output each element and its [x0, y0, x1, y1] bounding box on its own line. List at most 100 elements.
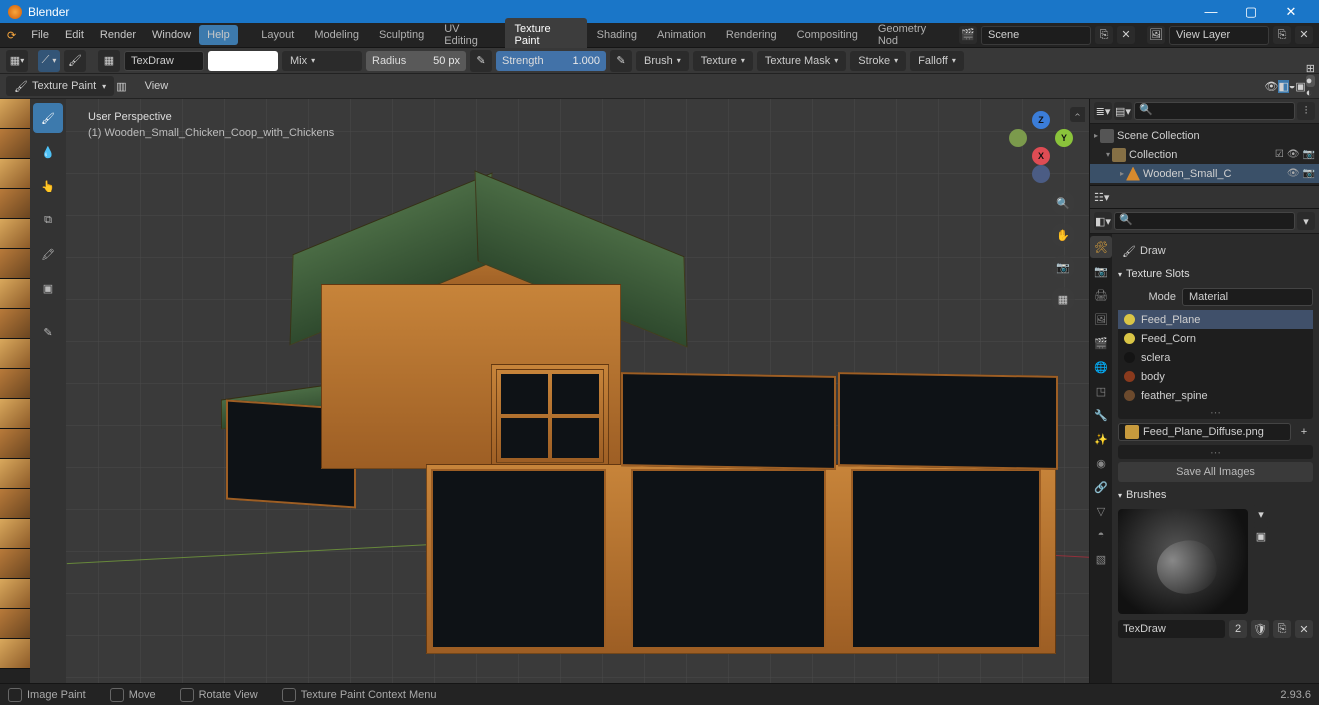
camera-icon[interactable]: 📷: [1051, 255, 1075, 279]
menu-window[interactable]: Window: [144, 25, 199, 45]
workspace-tab-geometrynodes[interactable]: Geometry Nod: [868, 18, 957, 52]
properties-options-icon[interactable]: ▾: [1297, 212, 1315, 230]
outliner-secondary-row[interactable]: ☷▾: [1090, 185, 1319, 209]
outliner-scene-collection[interactable]: ▸ Scene Collection: [1090, 126, 1319, 145]
radius-pressure-icon[interactable]: ✎: [470, 50, 492, 72]
tool-draw[interactable]: 🖌: [33, 103, 63, 133]
texture-slot-mode-dropdown[interactable]: Material: [1182, 288, 1313, 306]
collection-render-toggle[interactable]: 📷: [1303, 149, 1315, 160]
scene-browse-icon[interactable]: 🎬: [959, 26, 977, 44]
image-thumb[interactable]: [0, 219, 30, 249]
props-tab-constraints[interactable]: 🔗: [1090, 476, 1112, 498]
brush-preview-options[interactable]: ▾: [1252, 505, 1270, 523]
properties-search[interactable]: 🔍: [1114, 212, 1295, 230]
brushes-header[interactable]: Brushes: [1118, 485, 1313, 505]
tool-smear[interactable]: 👆: [33, 171, 63, 201]
menu-help[interactable]: Help: [199, 25, 238, 45]
texture-link-icon[interactable]: ▦: [98, 50, 120, 72]
collection-hide-toggle[interactable]: 👁: [1287, 149, 1300, 160]
brush-popover[interactable]: Brush: [636, 51, 689, 71]
props-tab-active-tool[interactable]: 🛠: [1090, 236, 1112, 258]
xray-toggle[interactable]: ▣: [1295, 80, 1305, 93]
brush-preset-icon[interactable]: ⟋: [38, 50, 60, 72]
strength-field[interactable]: Strength 1.000: [496, 51, 606, 71]
menu-edit[interactable]: Edit: [57, 25, 92, 45]
props-tab-object[interactable]: ◳: [1090, 380, 1112, 402]
scene-delete-button[interactable]: ✕: [1117, 26, 1135, 44]
viewlayer-field[interactable]: View Layer: [1169, 26, 1269, 45]
brush-name-field[interactable]: TexDraw: [1118, 620, 1225, 638]
radius-field[interactable]: Radius 50 px: [366, 51, 466, 71]
zoom-icon[interactable]: 🔍: [1051, 191, 1075, 215]
close-button[interactable]: ✕: [1271, 4, 1311, 20]
gizmo-y-axis[interactable]: Y: [1055, 129, 1073, 147]
workspace-tab-sculpting[interactable]: Sculpting: [369, 24, 434, 46]
props-tab-texture[interactable]: ▧: [1090, 548, 1112, 570]
gizmo-z-axis[interactable]: Z: [1032, 111, 1050, 129]
props-tab-modifiers[interactable]: 🔧: [1090, 404, 1112, 426]
props-tab-particles[interactable]: ✨: [1090, 428, 1112, 450]
viewlayer-delete-button[interactable]: ✕: [1295, 26, 1313, 44]
outliner2-type-icon[interactable]: ☷▾: [1094, 191, 1109, 204]
gizmo-neg-axis[interactable]: [1009, 129, 1027, 147]
npanel-tab[interactable]: ‹: [1070, 107, 1085, 122]
brush-unlink-button[interactable]: ✕: [1295, 620, 1313, 638]
brush-users-count[interactable]: 2: [1229, 620, 1247, 638]
texture-slot-item[interactable]: body: [1118, 367, 1313, 386]
collection-exclude-toggle[interactable]: ☑: [1275, 149, 1284, 160]
texture-slot-item[interactable]: feather_spine: [1118, 386, 1313, 405]
brush-preview-pin[interactable]: ▣: [1252, 527, 1270, 545]
outliner-display-mode[interactable]: ▤▾: [1114, 102, 1132, 120]
props-tab-output[interactable]: 🖨: [1090, 284, 1112, 306]
brush-color-swatch[interactable]: [208, 51, 278, 71]
outliner-type-icon[interactable]: ≣▾: [1094, 102, 1112, 120]
image-thumb[interactable]: [0, 639, 30, 669]
add-texture-button[interactable]: +: [1295, 423, 1313, 441]
menu-file[interactable]: File: [23, 25, 57, 45]
viewlayer-browse-icon[interactable]: 🖼: [1147, 26, 1165, 44]
workspace-tab-uvediting[interactable]: UV Editing: [434, 18, 504, 52]
image-thumb[interactable]: [0, 519, 30, 549]
tool-mask[interactable]: ▣: [33, 273, 63, 303]
object-hide-toggle[interactable]: 👁: [1287, 168, 1300, 179]
nav-gizmo[interactable]: Z Y X: [1011, 111, 1071, 171]
workspace-tab-compositing[interactable]: Compositing: [787, 24, 868, 46]
props-tab-material[interactable]: ◓: [1090, 524, 1112, 546]
props-tab-world[interactable]: 🌐: [1090, 356, 1112, 378]
save-all-images-button[interactable]: Save All Images: [1118, 462, 1313, 482]
image-thumb[interactable]: [0, 609, 30, 639]
perspective-toggle-icon[interactable]: ▦: [1051, 287, 1075, 311]
tool-annotate[interactable]: ✎: [33, 317, 63, 347]
scene-new-button[interactable]: ⎘: [1095, 26, 1113, 44]
image-thumb[interactable]: [0, 459, 30, 489]
brush-newcopy-button[interactable]: ⎘: [1273, 620, 1291, 638]
image-thumb[interactable]: [0, 579, 30, 609]
view-menu[interactable]: View: [137, 76, 177, 96]
brush-name-field[interactable]: TexDraw: [124, 51, 204, 71]
props-tab-render[interactable]: 📷: [1090, 260, 1112, 282]
gizmo-x-axis[interactable]: X: [1032, 147, 1050, 165]
texture-popover[interactable]: Texture: [693, 51, 753, 71]
image-thumb[interactable]: [0, 249, 30, 279]
image-thumb[interactable]: [0, 309, 30, 339]
workspace-tab-rendering[interactable]: Rendering: [716, 24, 787, 46]
texture-image-field[interactable]: Feed_Plane_Diffuse.png: [1118, 423, 1291, 441]
props-tab-physics[interactable]: ◉: [1090, 452, 1112, 474]
gizmo-dropdown[interactable]: ◧: [1278, 80, 1288, 93]
stroke-popover[interactable]: Stroke: [850, 51, 906, 71]
props-tab-viewlayer[interactable]: 🖼: [1090, 308, 1112, 330]
texture-slot-item[interactable]: sclera: [1118, 348, 1313, 367]
outliner-filter-icon[interactable]: ⫶: [1297, 102, 1315, 120]
brush-preview[interactable]: [1118, 509, 1248, 614]
image-thumb[interactable]: [0, 369, 30, 399]
falloff-popover[interactable]: Falloff: [910, 51, 964, 71]
brush-browse-icon[interactable]: 🖌: [64, 50, 86, 72]
editor-type-button[interactable]: ▦▾: [6, 50, 28, 72]
workspace-tab-layout[interactable]: Layout: [251, 24, 304, 46]
image-thumb[interactable]: [0, 279, 30, 309]
workspace-tab-animation[interactable]: Animation: [647, 24, 716, 46]
matprev-shading[interactable]: ◐: [1306, 87, 1315, 99]
minimize-button[interactable]: —: [1191, 4, 1231, 19]
maximize-button[interactable]: ▢: [1231, 4, 1271, 20]
image-thumb[interactable]: [0, 339, 30, 369]
